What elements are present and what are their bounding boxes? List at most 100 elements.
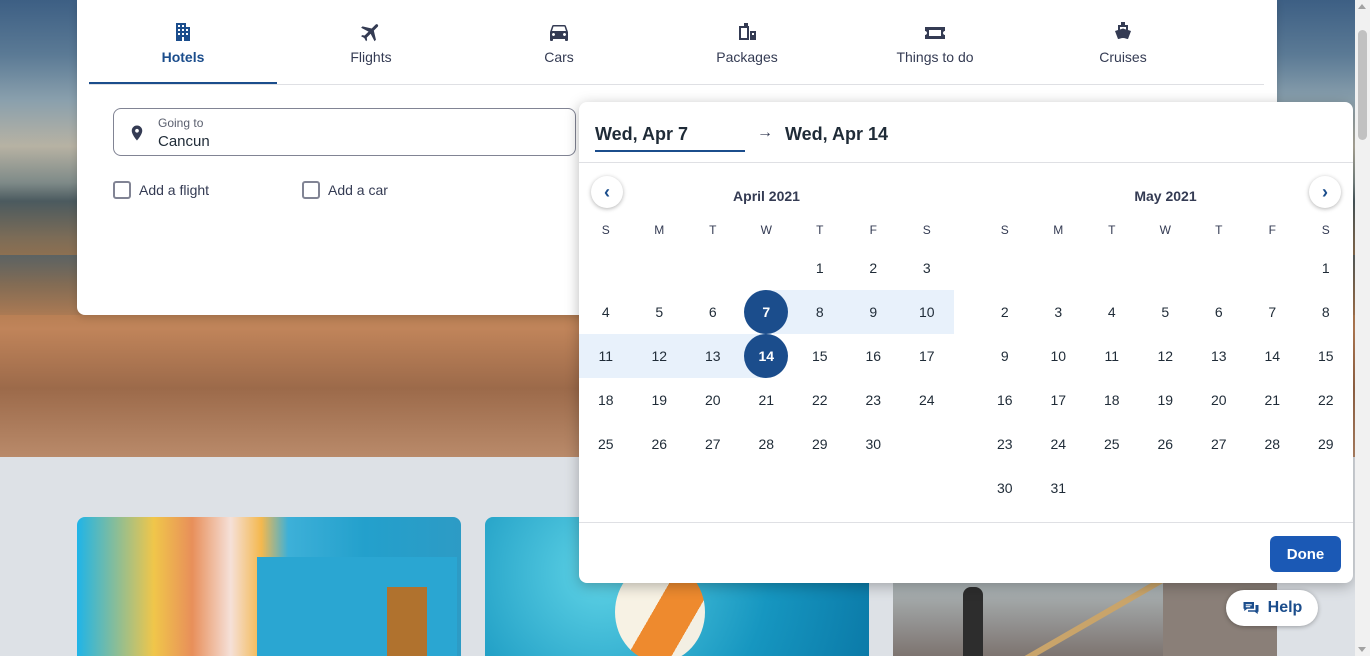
tab-hotels[interactable]: Hotels: [89, 0, 277, 84]
add-flight-checkbox[interactable]: Add a flight: [113, 181, 209, 199]
calendar-day[interactable]: 19: [633, 378, 687, 422]
calendar-day[interactable]: 1: [1299, 246, 1353, 290]
tab-cruises[interactable]: Cruises: [1029, 0, 1217, 84]
calendar-day[interactable]: 27: [1192, 422, 1246, 466]
calendar-day-number: 29: [1317, 436, 1334, 452]
calendar-day[interactable]: 7: [1246, 290, 1300, 334]
calendar-day[interactable]: 12: [632, 334, 686, 378]
calendar-day[interactable]: 14: [1246, 334, 1300, 378]
calendar-day[interactable]: 17: [900, 334, 954, 378]
calendar-day[interactable]: 21: [740, 378, 794, 422]
calendar-day-number: 20: [1210, 392, 1227, 408]
calendar-day-number: 19: [651, 392, 668, 408]
calendar-day[interactable]: 3: [1032, 290, 1086, 334]
checkbox-box[interactable]: [302, 181, 320, 199]
calendar-day-number: 3: [922, 260, 931, 276]
calendar-day[interactable]: 26: [633, 422, 687, 466]
calendar-day[interactable]: 24: [1032, 422, 1086, 466]
tab-cars[interactable]: Cars: [465, 0, 653, 84]
calendar-day[interactable]: 15: [1299, 334, 1353, 378]
calendar-day-number: 12: [1157, 348, 1174, 364]
calendar-day-number: 1: [1321, 260, 1330, 276]
calendar-day[interactable]: 25: [1085, 422, 1139, 466]
calendar-day-number: 9: [869, 304, 878, 320]
calendar-day[interactable]: 30: [847, 422, 901, 466]
calendar-day[interactable]: 29: [793, 422, 847, 466]
calendar-day[interactable]: 11: [579, 334, 633, 378]
calendar-day[interactable]: 6: [1192, 290, 1246, 334]
calendar-day-number: 23: [996, 436, 1013, 452]
calendar-day[interactable]: 21: [1246, 378, 1300, 422]
calendar-day[interactable]: 2: [847, 246, 901, 290]
scroll-down-icon[interactable]: [1358, 647, 1366, 652]
going-to-field[interactable]: Going to Cancun: [113, 108, 576, 156]
help-button[interactable]: Help: [1226, 590, 1318, 626]
start-date-field[interactable]: Wed, Apr 7: [595, 124, 745, 152]
done-button[interactable]: Done: [1270, 536, 1341, 572]
calendar-day[interactable]: 19: [1139, 378, 1193, 422]
calendar-day-number: 27: [704, 436, 721, 452]
calendar-day[interactable]: 23: [847, 378, 901, 422]
calendar-day[interactable]: 3: [900, 246, 954, 290]
calendar-day[interactable]: 7: [739, 290, 793, 334]
calendar-day[interactable]: 22: [793, 378, 847, 422]
going-to-value[interactable]: Cancun: [158, 133, 210, 150]
calendar-day[interactable]: 1: [793, 246, 847, 290]
calendar-day[interactable]: 8: [793, 290, 847, 334]
weekday-label: S: [922, 223, 931, 237]
weekday-label: T: [1108, 223, 1116, 237]
calendar-day[interactable]: 29: [1299, 422, 1353, 466]
add-flight-label: Add a flight: [139, 182, 210, 198]
calendar-day[interactable]: 14: [739, 334, 793, 378]
calendar-day[interactable]: 18: [1085, 378, 1139, 422]
calendar-day[interactable]: 16: [978, 378, 1032, 422]
calendar-day-number: 8: [1321, 304, 1330, 320]
add-car-checkbox[interactable]: Add a car: [302, 181, 388, 199]
calendar-day[interactable]: 10: [900, 290, 954, 334]
page-scrollbar[interactable]: [1355, 0, 1370, 656]
calendar-day[interactable]: 20: [686, 378, 740, 422]
calendar-day[interactable]: 5: [1139, 290, 1193, 334]
calendar-day[interactable]: 5: [633, 290, 687, 334]
calendar-day[interactable]: 4: [579, 290, 633, 334]
tab-flights[interactable]: Flights: [277, 0, 465, 84]
calendar-day[interactable]: 8: [1299, 290, 1353, 334]
calendar-day[interactable]: 11: [1085, 334, 1139, 378]
tab-things-to-do[interactable]: Things to do: [841, 0, 1029, 84]
calendar-day[interactable]: 6: [686, 290, 740, 334]
checkbox-box[interactable]: [113, 181, 131, 199]
calendar-day[interactable]: 18: [579, 378, 633, 422]
calendar-day[interactable]: 26: [1139, 422, 1193, 466]
calendar-day[interactable]: 22: [1299, 378, 1353, 422]
tab-packages[interactable]: Packages: [653, 0, 841, 84]
calendar-day[interactable]: 13: [1192, 334, 1246, 378]
calendar-day[interactable]: 24: [900, 378, 954, 422]
calendar-day-number: 30: [865, 436, 882, 452]
calendar-day[interactable]: 12: [1139, 334, 1193, 378]
scroll-up-icon[interactable]: [1358, 4, 1366, 9]
calendar-day[interactable]: 15: [793, 334, 847, 378]
date-picker-popup: Wed, Apr 7 → Wed, Apr 14 ‹ › April 2021 …: [579, 102, 1353, 583]
weekday-label: F: [869, 223, 877, 237]
tab-label: Cars: [544, 49, 574, 65]
end-date-field[interactable]: Wed, Apr 14: [785, 124, 888, 145]
calendar-day[interactable]: 31: [1032, 466, 1086, 510]
calendar-day[interactable]: 28: [1246, 422, 1300, 466]
calendar-day[interactable]: 17: [1032, 378, 1086, 422]
calendar-day[interactable]: 16: [847, 334, 901, 378]
calendar-day[interactable]: 4: [1085, 290, 1139, 334]
calendar-day[interactable]: 25: [579, 422, 633, 466]
calendar-day[interactable]: 9: [846, 290, 900, 334]
scroll-thumb[interactable]: [1358, 30, 1367, 140]
destination-card-image-1[interactable]: [77, 517, 461, 656]
calendar-day[interactable]: 27: [686, 422, 740, 466]
calendar-day[interactable]: 13: [686, 334, 740, 378]
calendar-day[interactable]: 30: [978, 466, 1032, 510]
calendar-day[interactable]: 2: [978, 290, 1032, 334]
calendar-day-number: 4: [601, 304, 610, 320]
calendar-day[interactable]: 20: [1192, 378, 1246, 422]
calendar-day[interactable]: 10: [1032, 334, 1086, 378]
calendar-day[interactable]: 28: [740, 422, 794, 466]
calendar-day[interactable]: 9: [978, 334, 1032, 378]
calendar-day[interactable]: 23: [978, 422, 1032, 466]
